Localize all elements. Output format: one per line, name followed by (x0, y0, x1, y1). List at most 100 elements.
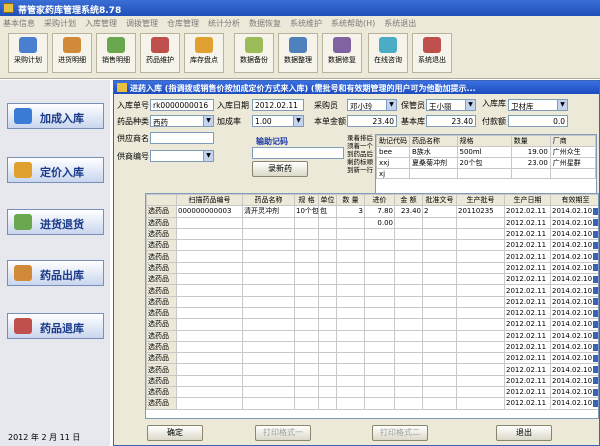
select-drug-button[interactable]: 选药品 (146, 295, 177, 308)
grid-cell[interactable] (294, 273, 319, 286)
grid-cell[interactable] (364, 329, 395, 342)
calendar-icon[interactable] (593, 241, 598, 249)
table-row[interactable]: 选药品 2012.02.11 2014.02.10 (146, 295, 598, 308)
grid-cell[interactable] (422, 340, 457, 354)
grid-cell[interactable] (422, 352, 457, 365)
grid-cell[interactable] (242, 250, 295, 263)
grid-cell[interactable] (422, 273, 457, 286)
menu-item[interactable]: 系统退出 (384, 19, 416, 28)
grid-cell[interactable]: 清开灵冲剂 (242, 205, 295, 218)
grid-cell[interactable] (318, 239, 337, 252)
toolbar-button[interactable]: 销售明细 (96, 33, 136, 73)
grid-cell[interactable] (318, 306, 337, 320)
grid-cell[interactable]: 2012.02.11 (504, 374, 551, 388)
grid-cell[interactable] (318, 363, 337, 376)
grid-cell[interactable] (294, 363, 319, 376)
grid-cell[interactable] (364, 261, 395, 275)
grid-cell[interactable] (294, 216, 319, 229)
table-row[interactable]: 选药品 2012.02.11 2014.02.10 (146, 306, 598, 320)
confirm-button[interactable]: 确定 (147, 425, 203, 441)
grid-cell[interactable]: 2012.02.11 (504, 273, 551, 286)
grid-cell[interactable]: 2014.02.10 (550, 340, 598, 354)
grid-cell[interactable] (242, 239, 295, 252)
grid-cell[interactable] (294, 295, 319, 308)
category-select[interactable]: 西药 ▼ (150, 115, 214, 127)
grid-cell[interactable] (336, 227, 365, 241)
grid-cell[interactable] (364, 386, 395, 399)
grid-cell[interactable]: 2012.02.11 (504, 239, 551, 252)
table-row[interactable]: 选药品 2012.02.11 2014.02.10 (146, 363, 598, 376)
grid-cell[interactable]: 2012.02.11 (504, 352, 551, 365)
grid-cell[interactable] (364, 273, 395, 286)
grid-cell[interactable] (456, 273, 505, 286)
menu-item[interactable]: 数据恢复 (249, 19, 281, 28)
grid-cell[interactable] (422, 250, 457, 263)
print-format-2-button[interactable]: 打印格式二 (372, 425, 428, 441)
grid-cell[interactable] (422, 318, 457, 331)
grid-cell[interactable]: 2012.02.11 (504, 227, 551, 241)
grid-cell[interactable] (456, 227, 505, 241)
grid-cell[interactable] (394, 352, 423, 365)
supplier-no-select[interactable]: ▼ (150, 150, 214, 162)
select-drug-button[interactable]: 选药品 (146, 273, 177, 286)
grid-cell[interactable]: 23.40 (394, 205, 423, 218)
sidebar-button[interactable]: 药品出库 (7, 260, 104, 286)
grid-cell[interactable] (318, 397, 337, 410)
grid-cell[interactable] (294, 250, 319, 263)
table-row[interactable]: 选药品 2012.02.11 2014.02.10 (146, 318, 598, 331)
grid-cell[interactable]: 2014.02.10 (550, 205, 598, 218)
warehouse-select[interactable]: 卫材库 ▼ (508, 99, 568, 111)
grid-cell[interactable] (364, 306, 395, 320)
lookup-row[interactable]: bee B族水 500ml 19.00 广州众生 (376, 146, 596, 158)
calendar-icon[interactable] (593, 388, 598, 396)
select-drug-button[interactable]: 选药品 (146, 386, 177, 399)
grid-cell[interactable] (176, 386, 243, 399)
grid-cell[interactable]: 2012.02.11 (504, 205, 551, 218)
grid-cell[interactable] (336, 250, 365, 263)
grid-cell[interactable] (456, 216, 505, 229)
grid-cell[interactable] (336, 216, 365, 229)
table-row[interactable]: 选药品 2012.02.11 2014.02.10 (146, 250, 598, 263)
grid-cell[interactable] (176, 250, 243, 263)
grid-cell[interactable] (176, 318, 243, 331)
grid-cell[interactable] (176, 340, 243, 354)
select-drug-button[interactable]: 选药品 (146, 227, 177, 241)
calendar-icon[interactable] (593, 287, 598, 295)
grid-cell[interactable]: 2012.02.11 (504, 318, 551, 331)
menu-item[interactable]: 基本信息 (3, 19, 35, 28)
grid-cell[interactable] (318, 340, 337, 354)
grid-cell[interactable] (242, 329, 295, 342)
grid-cell[interactable] (394, 306, 423, 320)
grid-cell[interactable] (294, 374, 319, 388)
grid-cell[interactable] (394, 261, 423, 275)
grid-cell[interactable] (242, 363, 295, 376)
table-row[interactable]: 选药品 0.00 2012.02.11 2014.02.10 (146, 216, 598, 229)
calendar-icon[interactable] (593, 309, 598, 317)
grid-cell[interactable]: 0.00 (364, 216, 395, 229)
sidebar-button[interactable]: 加成入库 (7, 103, 104, 129)
grid-cell[interactable] (422, 397, 457, 410)
grid-cell[interactable]: 2014.02.10 (550, 261, 598, 275)
calendar-icon[interactable] (593, 343, 598, 351)
menu-item[interactable]: 仓库管理 (167, 19, 199, 28)
grid-cell[interactable]: 2014.02.10 (550, 227, 598, 241)
table-row[interactable]: 选药品 2012.02.11 2014.02.10 (146, 239, 598, 252)
grid-cell[interactable]: 2014.02.10 (550, 363, 598, 376)
table-row[interactable]: 选药品 2012.02.11 2014.02.10 (146, 374, 598, 388)
grid-cell[interactable] (294, 318, 319, 331)
grid-cell[interactable]: 2014.02.10 (550, 397, 598, 410)
grid-cell[interactable]: 2 (422, 205, 457, 218)
grid-cell[interactable] (394, 216, 423, 229)
select-drug-button[interactable]: 选药品 (146, 318, 177, 331)
table-row[interactable]: 选药品 000000000003 清开灵冲剂 10个包包 3 7.80 23.40 2 2011… (146, 205, 598, 218)
grid-cell[interactable] (294, 306, 319, 320)
grid-cell[interactable]: 2014.02.10 (550, 250, 598, 263)
grid-cell[interactable] (394, 318, 423, 331)
grid-cell[interactable] (456, 386, 505, 399)
grid-cell[interactable] (394, 374, 423, 388)
select-drug-button[interactable]: 选药品 (146, 374, 177, 388)
calendar-icon[interactable] (593, 219, 598, 227)
grid-cell[interactable] (364, 227, 395, 241)
grid-cell[interactable] (176, 261, 243, 275)
grid-cell[interactable]: 2014.02.10 (550, 239, 598, 252)
